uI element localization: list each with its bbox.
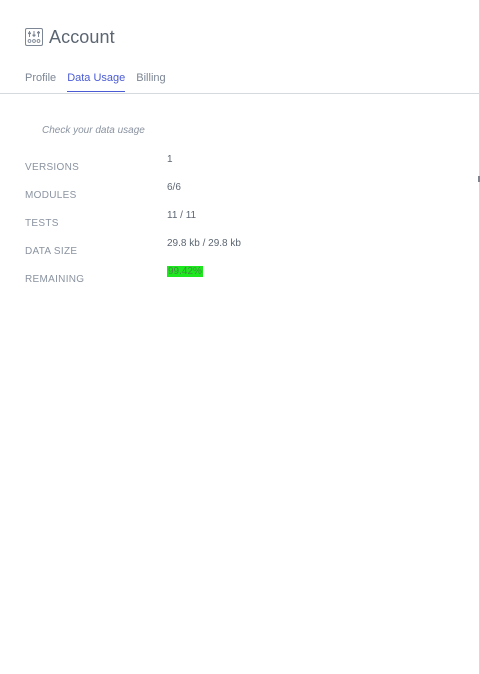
tab-billing[interactable]: Billing (136, 71, 165, 91)
modules-value: 6/6 (167, 182, 181, 193)
remaining-value: 99.42% (167, 266, 203, 278)
tests-label: TESTS (25, 218, 59, 229)
sliders-icon (25, 28, 43, 46)
versions-label: VERSIONS (25, 162, 80, 173)
tab-divider (0, 93, 479, 94)
tab-profile[interactable]: Profile (25, 71, 56, 91)
section-subtitle: Check your data usage (42, 125, 145, 136)
remaining-badge: 99.42% (167, 266, 203, 277)
versions-value: 1 (167, 154, 173, 165)
tab-data-usage[interactable]: Data Usage (67, 71, 126, 92)
tab-bar: Profile Data Usage Billing (25, 71, 177, 94)
data-size-value: 29.8 kb / 29.8 kb (167, 238, 241, 249)
page-header: Account (25, 26, 115, 48)
modules-label: MODULES (25, 190, 77, 201)
page-title: Account (49, 27, 115, 47)
remaining-label: REMAINING (25, 274, 85, 285)
tests-value: 11 / 11 (167, 210, 197, 221)
data-size-label: DATA SIZE (25, 246, 78, 257)
